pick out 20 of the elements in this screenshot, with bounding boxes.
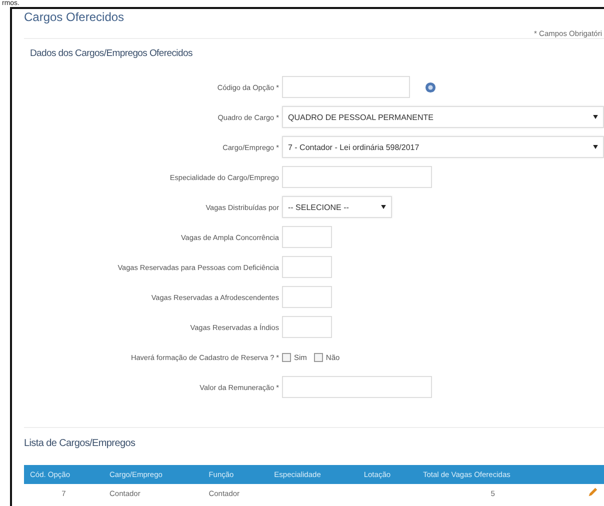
caret-icon (593, 115, 598, 119)
checkbox[interactable] (282, 352, 291, 362)
section-title: Dados dos Cargos/Empregos Oferecidos (30, 48, 192, 59)
input-field[interactable] (282, 376, 432, 398)
dropdown[interactable]: -- SELECIONE -- (282, 196, 392, 218)
input-field[interactable] (282, 256, 332, 278)
pencil-icon[interactable] (587, 487, 598, 498)
caret-icon (381, 205, 386, 209)
dropdown[interactable]: 7 - Contador - Lei ordinária 598/2017 (282, 136, 604, 158)
input-field[interactable] (282, 76, 410, 98)
caret-icon (593, 145, 598, 149)
page-title: Cargos Oferecidos (24, 10, 126, 24)
input-field[interactable] (282, 166, 432, 188)
dropdown[interactable]: QUADRO DE PESSOAL PERMANENTE (282, 106, 604, 128)
section-title: Lista de Cargos/Empregos (24, 427, 604, 449)
input-field[interactable] (282, 226, 332, 248)
input-field[interactable] (282, 286, 332, 308)
checkbox[interactable] (314, 352, 323, 362)
input-field[interactable] (282, 316, 332, 338)
help-icon[interactable] (425, 82, 436, 92)
